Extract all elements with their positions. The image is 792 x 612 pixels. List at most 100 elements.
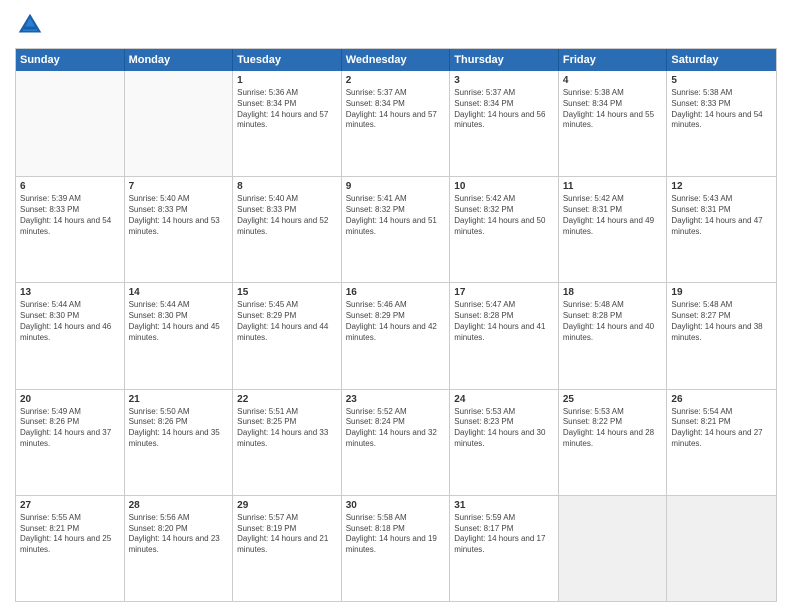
day-cell-20: 20Sunrise: 5:49 AM Sunset: 8:26 PM Dayli… xyxy=(16,390,125,495)
day-number: 8 xyxy=(237,180,337,193)
week-row-5: 27Sunrise: 5:55 AM Sunset: 8:21 PM Dayli… xyxy=(16,496,776,601)
day-number: 30 xyxy=(346,499,446,512)
day-info: Sunrise: 5:52 AM Sunset: 8:24 PM Dayligh… xyxy=(346,407,446,450)
day-info: Sunrise: 5:44 AM Sunset: 8:30 PM Dayligh… xyxy=(20,300,120,343)
day-cell-6: 6Sunrise: 5:39 AM Sunset: 8:33 PM Daylig… xyxy=(16,177,125,282)
day-info: Sunrise: 5:43 AM Sunset: 8:31 PM Dayligh… xyxy=(671,194,772,237)
day-cell-14: 14Sunrise: 5:44 AM Sunset: 8:30 PM Dayli… xyxy=(125,283,234,388)
day-cell-17: 17Sunrise: 5:47 AM Sunset: 8:28 PM Dayli… xyxy=(450,283,559,388)
day-info: Sunrise: 5:48 AM Sunset: 8:27 PM Dayligh… xyxy=(671,300,772,343)
day-number: 6 xyxy=(20,180,120,193)
header-day-tuesday: Tuesday xyxy=(233,49,342,71)
week-row-2: 6Sunrise: 5:39 AM Sunset: 8:33 PM Daylig… xyxy=(16,177,776,283)
day-number: 25 xyxy=(563,393,663,406)
day-cell-28: 28Sunrise: 5:56 AM Sunset: 8:20 PM Dayli… xyxy=(125,496,234,601)
day-number: 17 xyxy=(454,286,554,299)
day-info: Sunrise: 5:55 AM Sunset: 8:21 PM Dayligh… xyxy=(20,513,120,556)
day-number: 7 xyxy=(129,180,229,193)
day-info: Sunrise: 5:53 AM Sunset: 8:23 PM Dayligh… xyxy=(454,407,554,450)
day-cell-30: 30Sunrise: 5:58 AM Sunset: 8:18 PM Dayli… xyxy=(342,496,451,601)
header xyxy=(15,10,777,40)
day-number: 11 xyxy=(563,180,663,193)
day-number: 20 xyxy=(20,393,120,406)
day-number: 26 xyxy=(671,393,772,406)
day-info: Sunrise: 5:42 AM Sunset: 8:32 PM Dayligh… xyxy=(454,194,554,237)
day-number: 23 xyxy=(346,393,446,406)
day-number: 1 xyxy=(237,74,337,87)
header-day-sunday: Sunday xyxy=(16,49,125,71)
day-info: Sunrise: 5:41 AM Sunset: 8:32 PM Dayligh… xyxy=(346,194,446,237)
header-day-saturday: Saturday xyxy=(667,49,776,71)
day-cell-5: 5Sunrise: 5:38 AM Sunset: 8:33 PM Daylig… xyxy=(667,71,776,176)
day-number: 14 xyxy=(129,286,229,299)
day-cell-8: 8Sunrise: 5:40 AM Sunset: 8:33 PM Daylig… xyxy=(233,177,342,282)
day-number: 4 xyxy=(563,74,663,87)
day-cell-27: 27Sunrise: 5:55 AM Sunset: 8:21 PM Dayli… xyxy=(16,496,125,601)
day-number: 10 xyxy=(454,180,554,193)
day-info: Sunrise: 5:50 AM Sunset: 8:26 PM Dayligh… xyxy=(129,407,229,450)
calendar: SundayMondayTuesdayWednesdayThursdayFrid… xyxy=(15,48,777,602)
day-info: Sunrise: 5:54 AM Sunset: 8:21 PM Dayligh… xyxy=(671,407,772,450)
day-cell-7: 7Sunrise: 5:40 AM Sunset: 8:33 PM Daylig… xyxy=(125,177,234,282)
day-number: 24 xyxy=(454,393,554,406)
day-cell-1: 1Sunrise: 5:36 AM Sunset: 8:34 PM Daylig… xyxy=(233,71,342,176)
day-info: Sunrise: 5:49 AM Sunset: 8:26 PM Dayligh… xyxy=(20,407,120,450)
day-cell-25: 25Sunrise: 5:53 AM Sunset: 8:22 PM Dayli… xyxy=(559,390,668,495)
day-cell-9: 9Sunrise: 5:41 AM Sunset: 8:32 PM Daylig… xyxy=(342,177,451,282)
day-number: 31 xyxy=(454,499,554,512)
day-number: 21 xyxy=(129,393,229,406)
header-day-monday: Monday xyxy=(125,49,234,71)
day-info: Sunrise: 5:40 AM Sunset: 8:33 PM Dayligh… xyxy=(237,194,337,237)
day-cell-2: 2Sunrise: 5:37 AM Sunset: 8:34 PM Daylig… xyxy=(342,71,451,176)
logo-icon xyxy=(15,10,45,40)
day-cell-24: 24Sunrise: 5:53 AM Sunset: 8:23 PM Dayli… xyxy=(450,390,559,495)
day-cell-22: 22Sunrise: 5:51 AM Sunset: 8:25 PM Dayli… xyxy=(233,390,342,495)
empty-cell xyxy=(559,496,668,601)
day-info: Sunrise: 5:46 AM Sunset: 8:29 PM Dayligh… xyxy=(346,300,446,343)
day-number: 5 xyxy=(671,74,772,87)
day-cell-26: 26Sunrise: 5:54 AM Sunset: 8:21 PM Dayli… xyxy=(667,390,776,495)
day-number: 29 xyxy=(237,499,337,512)
day-info: Sunrise: 5:42 AM Sunset: 8:31 PM Dayligh… xyxy=(563,194,663,237)
week-row-4: 20Sunrise: 5:49 AM Sunset: 8:26 PM Dayli… xyxy=(16,390,776,496)
day-cell-23: 23Sunrise: 5:52 AM Sunset: 8:24 PM Dayli… xyxy=(342,390,451,495)
day-info: Sunrise: 5:45 AM Sunset: 8:29 PM Dayligh… xyxy=(237,300,337,343)
header-day-thursday: Thursday xyxy=(450,49,559,71)
day-cell-18: 18Sunrise: 5:48 AM Sunset: 8:28 PM Dayli… xyxy=(559,283,668,388)
day-cell-19: 19Sunrise: 5:48 AM Sunset: 8:27 PM Dayli… xyxy=(667,283,776,388)
day-info: Sunrise: 5:48 AM Sunset: 8:28 PM Dayligh… xyxy=(563,300,663,343)
header-day-friday: Friday xyxy=(559,49,668,71)
day-number: 12 xyxy=(671,180,772,193)
day-info: Sunrise: 5:58 AM Sunset: 8:18 PM Dayligh… xyxy=(346,513,446,556)
day-number: 18 xyxy=(563,286,663,299)
day-info: Sunrise: 5:53 AM Sunset: 8:22 PM Dayligh… xyxy=(563,407,663,450)
day-info: Sunrise: 5:37 AM Sunset: 8:34 PM Dayligh… xyxy=(454,88,554,131)
day-info: Sunrise: 5:37 AM Sunset: 8:34 PM Dayligh… xyxy=(346,88,446,131)
week-row-3: 13Sunrise: 5:44 AM Sunset: 8:30 PM Dayli… xyxy=(16,283,776,389)
day-cell-3: 3Sunrise: 5:37 AM Sunset: 8:34 PM Daylig… xyxy=(450,71,559,176)
day-info: Sunrise: 5:44 AM Sunset: 8:30 PM Dayligh… xyxy=(129,300,229,343)
page: SundayMondayTuesdayWednesdayThursdayFrid… xyxy=(0,0,792,612)
day-number: 2 xyxy=(346,74,446,87)
day-info: Sunrise: 5:40 AM Sunset: 8:33 PM Dayligh… xyxy=(129,194,229,237)
day-cell-31: 31Sunrise: 5:59 AM Sunset: 8:17 PM Dayli… xyxy=(450,496,559,601)
header-day-wednesday: Wednesday xyxy=(342,49,451,71)
day-number: 19 xyxy=(671,286,772,299)
day-info: Sunrise: 5:59 AM Sunset: 8:17 PM Dayligh… xyxy=(454,513,554,556)
day-cell-16: 16Sunrise: 5:46 AM Sunset: 8:29 PM Dayli… xyxy=(342,283,451,388)
day-cell-29: 29Sunrise: 5:57 AM Sunset: 8:19 PM Dayli… xyxy=(233,496,342,601)
day-cell-4: 4Sunrise: 5:38 AM Sunset: 8:34 PM Daylig… xyxy=(559,71,668,176)
day-number: 3 xyxy=(454,74,554,87)
day-info: Sunrise: 5:38 AM Sunset: 8:34 PM Dayligh… xyxy=(563,88,663,131)
calendar-body: 1Sunrise: 5:36 AM Sunset: 8:34 PM Daylig… xyxy=(16,71,776,601)
day-info: Sunrise: 5:38 AM Sunset: 8:33 PM Dayligh… xyxy=(671,88,772,131)
empty-cell xyxy=(16,71,125,176)
day-number: 27 xyxy=(20,499,120,512)
day-cell-15: 15Sunrise: 5:45 AM Sunset: 8:29 PM Dayli… xyxy=(233,283,342,388)
day-info: Sunrise: 5:56 AM Sunset: 8:20 PM Dayligh… xyxy=(129,513,229,556)
day-cell-13: 13Sunrise: 5:44 AM Sunset: 8:30 PM Dayli… xyxy=(16,283,125,388)
week-row-1: 1Sunrise: 5:36 AM Sunset: 8:34 PM Daylig… xyxy=(16,71,776,177)
empty-cell xyxy=(125,71,234,176)
day-cell-11: 11Sunrise: 5:42 AM Sunset: 8:31 PM Dayli… xyxy=(559,177,668,282)
empty-cell xyxy=(667,496,776,601)
